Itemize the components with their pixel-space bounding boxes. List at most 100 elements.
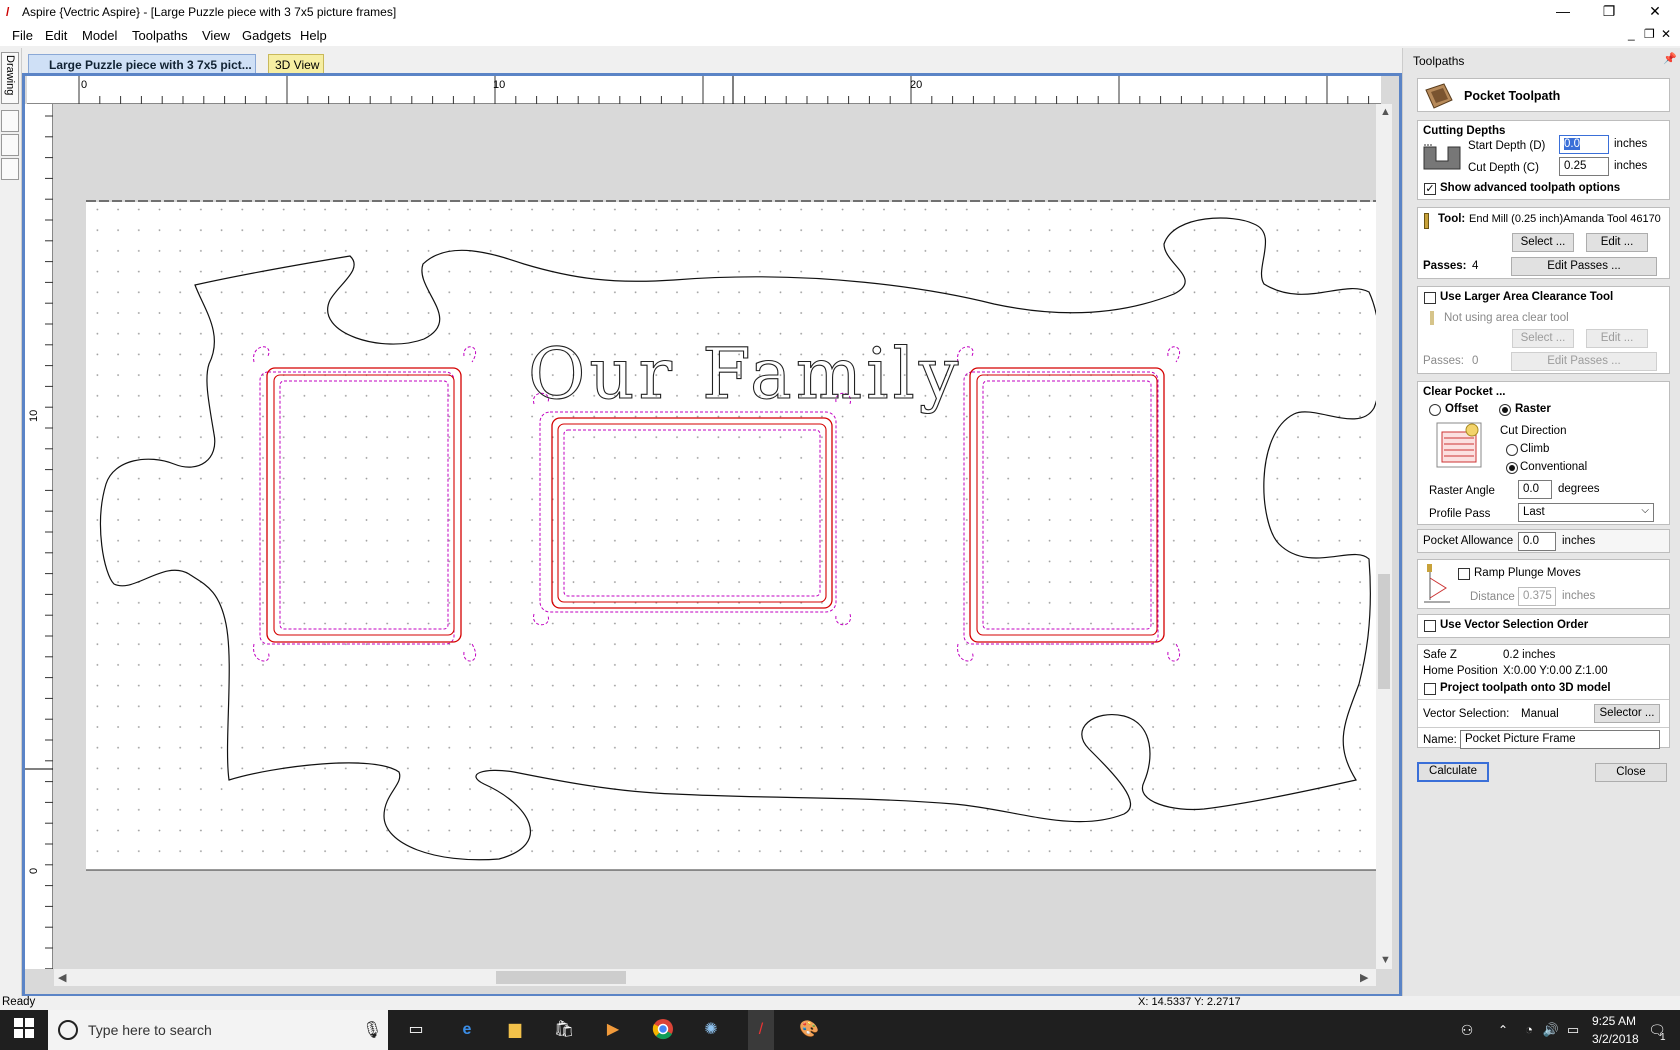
horizontal-scrollbar[interactable]: ◀ ▶	[54, 969, 1376, 986]
mdi-close-button[interactable]: ✕	[1661, 27, 1671, 41]
raster-radio[interactable]	[1499, 404, 1511, 416]
chevron-up-icon[interactable]: ⌃	[1490, 1018, 1516, 1042]
clearance-edit-passes-button[interactable]: Edit Passes ...	[1511, 352, 1657, 371]
chrome-icon[interactable]	[650, 1018, 676, 1042]
tool-select-button[interactable]: Select ...	[1512, 233, 1574, 252]
menu-view[interactable]: View	[202, 28, 230, 43]
pocket-allowance-input[interactable]: 0.0	[1518, 532, 1556, 551]
scroll-right-icon[interactable]: ▶	[1360, 971, 1368, 984]
scroll-down-icon[interactable]: ▼	[1380, 954, 1391, 966]
edge-browser-icon[interactable]: e	[454, 1018, 480, 1042]
clock-time[interactable]: 9:25 AM	[1592, 1014, 1636, 1028]
ramp-distance-unit: inches	[1562, 590, 1596, 602]
advanced-options-checkbox[interactable]: ✓	[1424, 183, 1436, 195]
clearance-select-button[interactable]: Select ...	[1512, 329, 1574, 348]
climb-radio[interactable]	[1506, 444, 1518, 456]
file-explorer-icon[interactable]: ▆	[502, 1018, 528, 1042]
conventional-radio[interactable]	[1506, 462, 1518, 474]
drawing-canvas[interactable]: Our Family	[54, 104, 1382, 969]
start-depth-input[interactable]: 0.0	[1559, 135, 1609, 154]
vector-order-group: Use Vector Selection Order	[1417, 614, 1670, 638]
vector-selection-label: Vector Selection:	[1423, 708, 1510, 720]
tool-edit-button[interactable]: Edit ...	[1586, 233, 1648, 252]
ramp-plunge-checkbox[interactable]	[1458, 568, 1470, 580]
offset-radio[interactable]	[1429, 404, 1441, 416]
raster-label: Raster	[1515, 403, 1551, 415]
store-icon[interactable]: 🛍	[551, 1018, 577, 1042]
battery-icon[interactable]: ▭	[1560, 1018, 1586, 1042]
aspire-taskbar-icon[interactable]: /	[748, 1010, 774, 1050]
raster-angle-input[interactable]: 0.0	[1518, 480, 1552, 499]
app-globe-icon[interactable]: ✺	[698, 1018, 724, 1042]
search-placeholder: Type here to search	[88, 1022, 212, 1038]
vertical-scrollbar[interactable]: ▲ ▼	[1376, 104, 1392, 969]
selector-button[interactable]: Selector ...	[1594, 704, 1660, 723]
windows-start-icon[interactable]	[11, 1018, 37, 1042]
taskbar-search-box[interactable]: Type here to search 🎙	[48, 1010, 388, 1050]
calculate-button[interactable]: Calculate	[1417, 762, 1489, 782]
clear-pocket-label: Clear Pocket ...	[1423, 386, 1506, 398]
strip-tab[interactable]	[1, 134, 19, 156]
ramp-distance-input[interactable]: 0.375	[1518, 587, 1556, 606]
tool-group: Tool: End Mill (0.25 inch)Amanda Tool 46…	[1417, 207, 1670, 279]
project-3d-label: Project toolpath onto 3D model	[1440, 682, 1611, 694]
start-depth-unit: inches	[1614, 138, 1648, 150]
home-position-label: Home Position	[1423, 665, 1498, 677]
pocket-allowance-row: Pocket Allowance 0.0 inches	[1417, 529, 1670, 553]
vector-order-checkbox[interactable]	[1424, 620, 1436, 632]
horizontal-ruler: 0 10 20	[27, 76, 1411, 104]
edit-passes-button[interactable]: Edit Passes ...	[1511, 257, 1657, 276]
scroll-left-icon[interactable]: ◀	[58, 971, 66, 984]
horizontal-scroll-thumb[interactable]	[496, 971, 626, 984]
people-icon[interactable]: ⚇	[1454, 1018, 1480, 1042]
menu-model[interactable]: Model	[82, 28, 117, 43]
design-svg: Our Family	[86, 200, 1382, 871]
menu-file[interactable]: File	[12, 28, 33, 43]
project-3d-checkbox[interactable]	[1424, 683, 1436, 695]
action-center-icon[interactable]: 🗨	[1644, 1018, 1670, 1042]
clearance-tool-checkbox[interactable]	[1424, 292, 1436, 304]
pin-icon[interactable]: 📌	[1663, 52, 1677, 65]
profile-pass-select[interactable]: Last ⌵	[1518, 503, 1654, 522]
clearance-tool-label: Use Larger Area Clearance Tool	[1440, 291, 1614, 303]
mdi-minimize-button[interactable]: _	[1628, 27, 1635, 41]
cut-depth-label: Cut Depth (C)	[1468, 162, 1539, 174]
climb-label: Climb	[1520, 443, 1550, 455]
menu-help[interactable]: Help	[300, 28, 327, 43]
panel-title: Toolpaths	[1413, 54, 1465, 68]
passes-value: 4	[1472, 260, 1479, 272]
cut-direction-label: Cut Direction	[1500, 425, 1567, 437]
status-text: Ready	[2, 996, 36, 1008]
clearance-note: Not using area clear tool	[1444, 312, 1569, 324]
media-player-icon[interactable]: ▶	[600, 1018, 626, 1042]
task-view-icon[interactable]: ▭	[403, 1018, 429, 1042]
notification-count: 1	[1660, 1032, 1666, 1043]
ruler-label: 20	[910, 79, 922, 91]
paint-icon[interactable]: 🎨	[796, 1018, 822, 1042]
clock-date[interactable]: 3/2/2018	[1592, 1032, 1639, 1046]
clearance-edit-button[interactable]: Edit ...	[1586, 329, 1648, 348]
menu-gadgets[interactable]: Gadgets	[242, 28, 291, 43]
menu-edit[interactable]: Edit	[45, 28, 67, 43]
ruler-ticks: 10 0	[25, 115, 53, 970]
microphone-icon[interactable]: 🎙	[362, 1020, 382, 1040]
toolpath-name-input[interactable]: Pocket Picture Frame	[1460, 730, 1660, 749]
our-family-text[interactable]: Our Family	[527, 332, 962, 415]
left-tab-strip: Drawing	[0, 48, 22, 996]
mdi-restore-button[interactable]: ❐	[1644, 27, 1655, 41]
strip-tab[interactable]	[1, 158, 19, 180]
cut-depth-input[interactable]: 0.25	[1559, 157, 1609, 176]
strip-tab[interactable]	[1, 110, 19, 132]
close-window-button[interactable]: ✕	[1632, 0, 1678, 24]
vertical-scroll-thumb[interactable]	[1378, 574, 1390, 689]
maximize-button[interactable]: ❐	[1586, 0, 1632, 24]
panel-close-button[interactable]: Close	[1595, 763, 1667, 782]
safe-z-label: Safe Z	[1423, 649, 1457, 661]
drawing-tab[interactable]: Drawing	[1, 52, 19, 104]
scroll-up-icon[interactable]: ▲	[1380, 106, 1391, 118]
minimize-button[interactable]: —	[1540, 0, 1586, 24]
tab-3d-view[interactable]: 3D View	[268, 54, 324, 74]
menu-toolpaths[interactable]: Toolpaths	[132, 28, 188, 43]
tab-drawing-document[interactable]: Large Puzzle piece with 3 7x5 pict...	[28, 54, 256, 74]
position-group: Safe Z 0.2 inches Home Position X:0.00 Y…	[1417, 644, 1670, 749]
